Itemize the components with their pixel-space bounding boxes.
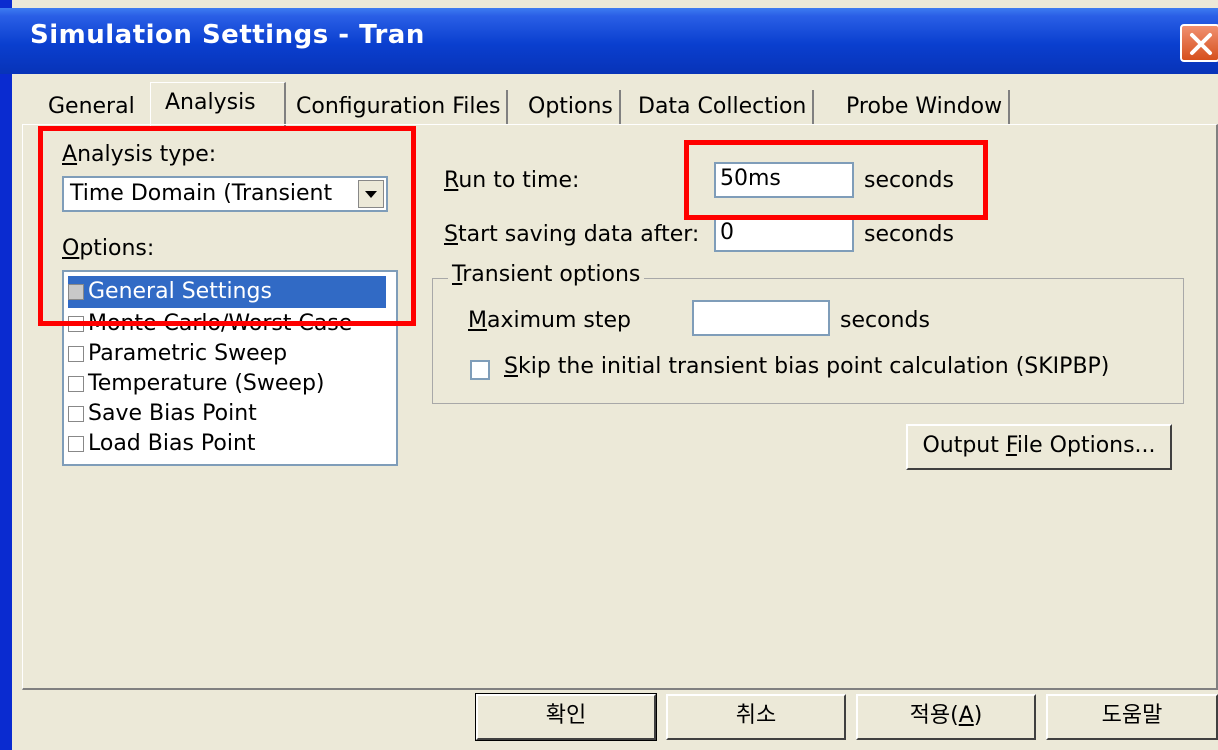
checkbox-icon bbox=[68, 346, 84, 362]
start-saving-label: Start saving data after: bbox=[444, 222, 700, 247]
skip-bias-point-label: Skip the initial transient bias point ca… bbox=[504, 354, 1110, 379]
start-saving-input[interactable]: 0 bbox=[714, 216, 854, 252]
checkbox-icon bbox=[68, 406, 84, 422]
annotation-box-analysis bbox=[38, 126, 416, 326]
output-file-options-button[interactable]: Output File Options... bbox=[906, 424, 1172, 470]
annotation-box-run-time bbox=[684, 140, 988, 220]
window-title: Simulation Settings - Tran bbox=[30, 20, 425, 50]
title-bar[interactable]: Simulation Settings - Tran bbox=[0, 8, 1218, 74]
run-to-time-label: Run to time: bbox=[444, 168, 580, 193]
start-saving-unit: seconds bbox=[864, 222, 954, 247]
tab-data-collection[interactable]: Data Collection bbox=[638, 90, 815, 124]
option-parametric-sweep[interactable]: Parametric Sweep bbox=[68, 338, 287, 370]
tab-configuration-files[interactable]: Configuration Files bbox=[296, 90, 509, 124]
option-temperature-sweep[interactable]: Temperature (Sweep) bbox=[68, 368, 325, 400]
tab-general[interactable]: General bbox=[48, 90, 135, 124]
maximum-step-unit: seconds bbox=[840, 308, 930, 333]
close-button[interactable] bbox=[1180, 24, 1218, 62]
maximum-step-label: Maximum step bbox=[468, 308, 631, 333]
transient-options-title: Transient options bbox=[448, 262, 645, 287]
option-save-bias-point[interactable]: Save Bias Point bbox=[68, 398, 257, 430]
cancel-button[interactable]: 취소 bbox=[666, 694, 846, 740]
tab-analysis[interactable]: Analysis bbox=[150, 82, 286, 126]
checkbox-icon bbox=[68, 436, 84, 452]
apply-button[interactable]: 적용(A) bbox=[856, 694, 1036, 740]
window-frame-left bbox=[0, 0, 12, 750]
maximum-step-input[interactable] bbox=[692, 300, 830, 336]
close-icon bbox=[1190, 33, 1212, 55]
ok-button[interactable]: 확인 bbox=[475, 693, 657, 741]
help-button[interactable]: 도움말 bbox=[1046, 694, 1218, 740]
transient-options-group bbox=[432, 278, 1184, 404]
checkbox-icon bbox=[68, 376, 84, 392]
skip-bias-point-checkbox[interactable] bbox=[470, 360, 490, 380]
tab-probe-window[interactable]: Probe Window bbox=[846, 90, 1011, 124]
tab-options[interactable]: Options bbox=[528, 90, 621, 124]
option-load-bias-point[interactable]: Load Bias Point bbox=[68, 428, 256, 460]
